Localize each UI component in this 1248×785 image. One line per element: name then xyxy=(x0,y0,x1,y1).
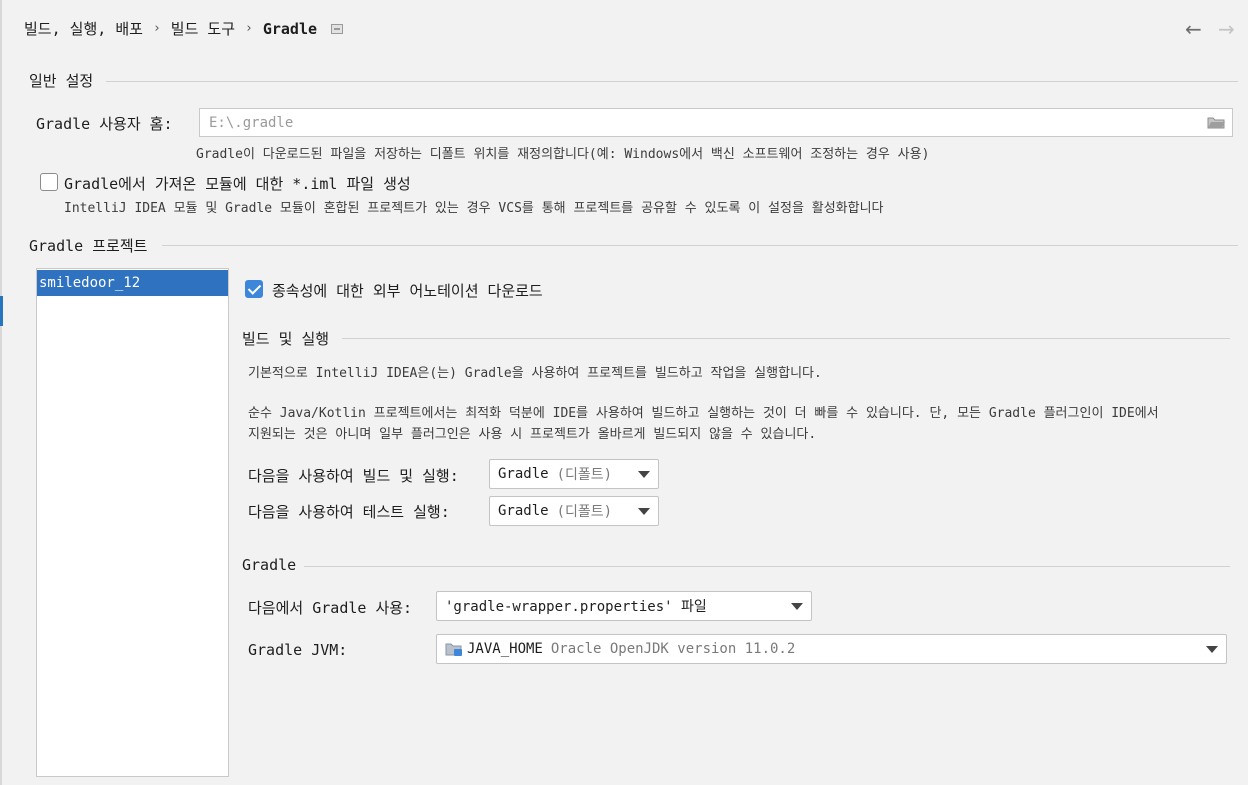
folder-icon[interactable] xyxy=(1207,116,1225,129)
dropdown-arrow-icon xyxy=(791,603,803,610)
breadcrumb-separator: › xyxy=(245,21,253,36)
section-divider xyxy=(162,245,1238,246)
test-using-value: Gradle xyxy=(498,503,549,519)
iml-checkbox-label[interactable]: Gradle에서 가져온 모듈에 대한 *.iml 파일 생성 xyxy=(64,173,411,194)
build-using-label: 다음을 사용하여 빌드 및 실행: xyxy=(248,467,459,485)
gradle-jvm-select[interactable]: JAVA_HOME Oracle OpenJDK version 11.0.2 xyxy=(436,634,1227,664)
section-divider xyxy=(106,81,1238,82)
gradle-jvm-name: JAVA_HOME xyxy=(467,641,543,657)
gradle-section-title: Gradle xyxy=(242,556,297,574)
use-gradle-from-label: 다음에서 Gradle 사용: xyxy=(248,599,413,617)
user-home-input[interactable] xyxy=(200,109,1160,136)
section-divider xyxy=(304,566,1230,567)
forward-arrow-icon[interactable]: → xyxy=(1218,17,1235,41)
breadcrumb-current: Gradle xyxy=(262,19,318,38)
gradle-jvm-label: Gradle JVM: xyxy=(248,641,348,659)
user-home-field[interactable] xyxy=(199,108,1233,137)
gradle-projects-title: Gradle 프로젝트 xyxy=(29,237,148,255)
dropdown-arrow-icon xyxy=(1206,646,1218,653)
left-panel-selection-marker xyxy=(0,296,3,326)
dropdown-arrow-icon xyxy=(638,471,650,478)
breadcrumb-item-build-tools[interactable]: 빌드 도구 xyxy=(171,18,235,39)
file-icon xyxy=(331,23,344,34)
build-using-default-suffix: (디폴트) xyxy=(556,467,613,483)
build-run-note-line2: 지원되는 것은 아니며 일부 플러그인은 사용 시 프로젝트가 올바르게 빌드되… xyxy=(248,427,817,442)
project-list-item[interactable]: smiledoor_12 xyxy=(37,270,228,296)
dropdown-arrow-icon xyxy=(638,508,650,515)
iml-hint: IntelliJ IDEA 모듈 및 Gradle 모듈이 혼합된 프로젝트가 … xyxy=(64,201,884,216)
test-using-default-suffix: (디폴트) xyxy=(556,504,613,520)
download-annotations-checkbox[interactable] xyxy=(245,280,263,298)
section-divider xyxy=(342,338,1230,339)
test-using-label: 다음을 사용하여 테스트 실행: xyxy=(248,503,450,521)
build-run-title: 빌드 및 실행 xyxy=(242,330,330,348)
user-home-label: Gradle 사용자 홈: xyxy=(36,115,173,133)
test-using-select[interactable]: Gradle (디폴트) xyxy=(489,496,659,526)
gradle-jvm-detail: Oracle OpenJDK version 11.0.2 xyxy=(550,641,796,657)
jdk-folder-icon xyxy=(445,643,462,656)
left-panel-edge xyxy=(0,0,2,785)
back-arrow-icon[interactable]: ← xyxy=(1185,17,1202,41)
breadcrumb-item-build-run-deploy[interactable]: 빌드, 실행, 배포 xyxy=(24,18,143,39)
iml-checkbox[interactable] xyxy=(40,173,58,191)
build-using-select[interactable]: Gradle (디폴트) xyxy=(489,459,659,489)
download-annotations-label[interactable]: 종속성에 대한 외부 어노테이션 다운로드 xyxy=(272,280,543,301)
breadcrumb-separator: › xyxy=(152,21,161,36)
breadcrumb: 빌드, 실행, 배포 › 빌드 도구 › Gradle xyxy=(24,18,344,39)
build-run-note-line1: 순수 Java/Kotlin 프로젝트에서는 최적화 덕분에 IDE를 사용하여… xyxy=(248,406,1159,421)
user-home-hint: Gradle이 다운로드된 파일을 저장하는 디폴트 위치를 재정의합니다(예:… xyxy=(196,147,930,162)
general-settings-title: 일반 설정 xyxy=(29,72,94,90)
use-gradle-from-value: 'gradle-wrapper.properties' 파일 xyxy=(445,599,707,615)
build-run-description: 기본적으로 IntelliJ IDEA은(는) Gradle을 사용하여 프로젝… xyxy=(248,366,822,381)
build-using-value: Gradle xyxy=(498,466,549,482)
project-list[interactable]: smiledoor_12 xyxy=(36,268,229,777)
use-gradle-from-select[interactable]: 'gradle-wrapper.properties' 파일 xyxy=(436,591,812,621)
